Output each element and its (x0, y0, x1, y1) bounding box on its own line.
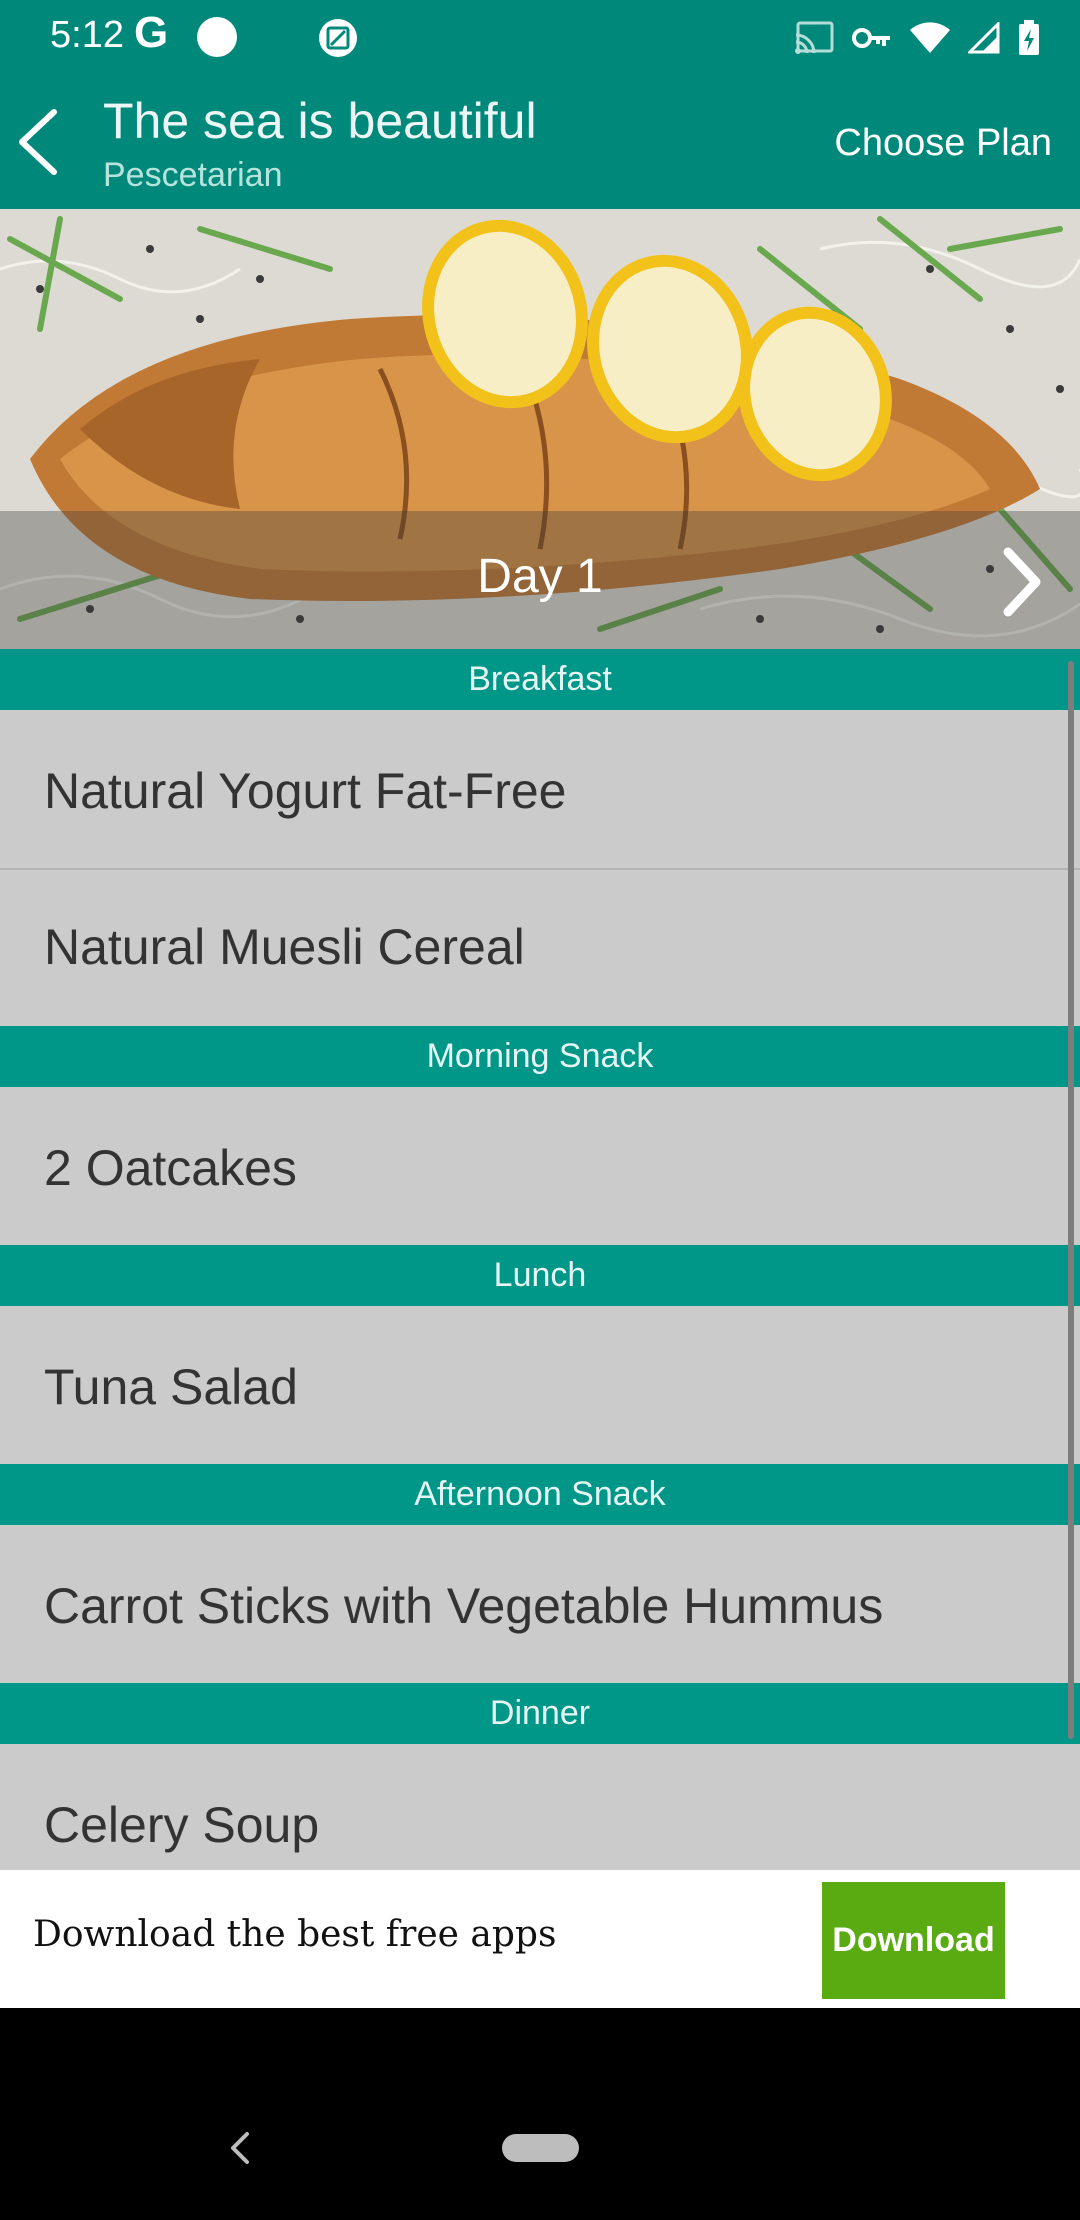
meal-item[interactable]: Carrot Sticks with Vegetable Hummus (0, 1525, 1080, 1683)
google-icon: G (134, 8, 169, 57)
section-header-lunch: Lunch (0, 1245, 1080, 1306)
meal-item[interactable]: Celery Soup (0, 1744, 1080, 1870)
vpn-key-icon (852, 28, 890, 48)
screenshot-icon (319, 19, 357, 57)
status-time: 5:12 (50, 14, 124, 56)
meal-item[interactable]: 2 Oatcakes (0, 1087, 1080, 1245)
page-title: The sea is beautiful (103, 93, 537, 149)
section-header-afternoon-snack: Afternoon Snack (0, 1464, 1080, 1525)
section-header-morning-snack: Morning Snack (0, 1026, 1080, 1087)
chevron-right-icon[interactable] (996, 544, 1048, 620)
system-nav-bar (0, 2008, 1080, 2220)
page-subtitle: Pescetarian (103, 156, 283, 194)
ad-text: Download the best free apps (33, 1914, 557, 1955)
ad-banner[interactable]: Download the best free apps Download (0, 1870, 1080, 2008)
meal-item[interactable]: Tuna Salad (0, 1306, 1080, 1464)
status-icons (794, 18, 1040, 58)
meal-item[interactable]: Natural Muesli Cereal (0, 868, 1080, 1026)
back-arrow-icon[interactable] (8, 102, 72, 182)
day-label: Day 1 (477, 550, 603, 603)
section-header-breakfast: Breakfast (0, 649, 1080, 710)
circle-notification-icon (197, 17, 237, 57)
meal-list[interactable]: Breakfast Natural Yogurt Fat-Free Natura… (0, 649, 1080, 1870)
choose-plan-button[interactable]: Choose Plan (834, 122, 1052, 165)
scrollbar[interactable] (1068, 661, 1074, 1739)
hero-image: Day 1 (0, 209, 1080, 649)
download-button[interactable]: Download (822, 1882, 1005, 1999)
meal-item[interactable]: Natural Yogurt Fat-Free (0, 710, 1080, 868)
status-bar: 5:12 G (0, 0, 1080, 76)
wifi-icon (910, 22, 950, 53)
battery-charging-icon (1019, 20, 1039, 55)
nav-back-icon[interactable] (225, 2128, 255, 2168)
app-bar: The sea is beautiful Pescetarian Choose … (0, 76, 1080, 209)
signal-icon (968, 22, 1000, 54)
section-header-dinner: Dinner (0, 1683, 1080, 1744)
cast-icon (795, 21, 834, 54)
nav-home-pill[interactable] (502, 2134, 579, 2162)
